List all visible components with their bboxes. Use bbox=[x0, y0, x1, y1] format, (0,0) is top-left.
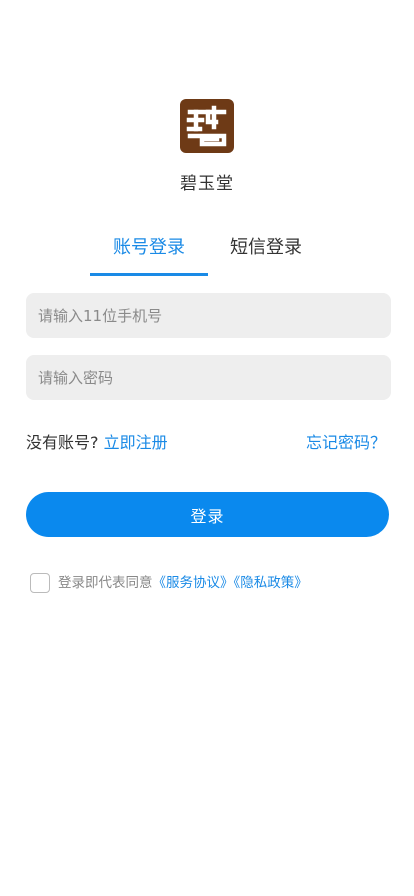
no-account-text: 没有账号? bbox=[26, 433, 99, 452]
privacy-policy-link[interactable]: 《隐私政策》 bbox=[234, 575, 308, 591]
phone-input[interactable] bbox=[38, 293, 379, 338]
app-name: 碧玉堂 bbox=[180, 174, 234, 194]
app-logo bbox=[180, 99, 234, 153]
password-input[interactable] bbox=[38, 355, 379, 400]
register-link[interactable]: 立即注册 bbox=[104, 433, 168, 452]
seal-logo-icon bbox=[180, 99, 234, 153]
phone-field bbox=[26, 293, 391, 338]
forgot-password-link[interactable]: 忘记密码？ bbox=[306, 431, 386, 455]
login-tabs: 账号登录 短信登录 bbox=[0, 232, 414, 276]
agreement-prefix: 登录即代表同意 bbox=[58, 575, 153, 591]
account-links-row: 没有账号? 立即注册 忘记密码？ bbox=[26, 431, 386, 455]
password-field bbox=[26, 355, 391, 400]
agreement-checkbox[interactable] bbox=[30, 573, 50, 593]
service-agreement-link[interactable]: 《服务协议》 bbox=[153, 575, 234, 591]
active-tab-indicator bbox=[90, 273, 208, 276]
no-account-prompt: 没有账号? 立即注册 bbox=[26, 431, 168, 455]
tab-sms-login[interactable]: 短信登录 bbox=[208, 232, 324, 272]
tab-account-login[interactable]: 账号登录 bbox=[90, 232, 208, 272]
agreement-row: 登录即代表同意《服务协议》《隐私政策》 bbox=[30, 573, 400, 595]
agreement-text: 登录即代表同意《服务协议》《隐私政策》 bbox=[58, 573, 308, 594]
login-button[interactable]: 登录 bbox=[26, 492, 389, 537]
